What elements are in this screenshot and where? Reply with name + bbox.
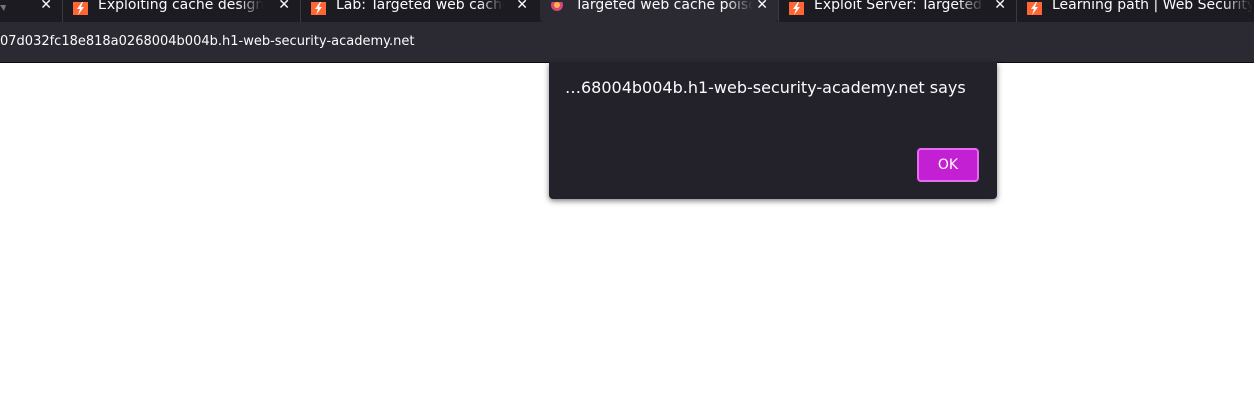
burp-lightning-icon: [1027, 0, 1042, 15]
tab-strip: ✕ Exploiting cache design flaws ✕ Lab: T…: [0, 0, 1254, 22]
tab-label: Targeted web cache poisoning: [575, 0, 753, 13]
alert-dialog: …68004b004b.h1-web-security-academy.net …: [549, 62, 997, 199]
tab-5[interactable]: Learning path | Web Security Academy: [1016, 0, 1254, 22]
burp-lightning-icon: [789, 0, 804, 15]
tab-label: Exploiting cache design flaws: [98, 0, 263, 13]
dialog-message: …68004b004b.h1-web-security-academy.net …: [565, 78, 966, 97]
speaker-icon: [0, 0, 15, 13]
ok-button[interactable]: OK: [916, 147, 980, 183]
burp-lightning-icon: [73, 0, 88, 15]
url-field[interactable]: 07d032fc18e818a0268004b004b.h1-web-secur…: [0, 34, 414, 50]
tab-4[interactable]: Exploit Server: Targeted web cache poiso…: [778, 0, 1016, 22]
tab-0[interactable]: ✕: [0, 0, 62, 22]
tab-1[interactable]: Exploiting cache design flaws ✕: [62, 0, 300, 22]
tab-3-active[interactable]: Targeted web cache poisoning ✕: [540, 0, 778, 22]
burp-lightning-icon: [311, 0, 326, 15]
tab-close-button[interactable]: ✕: [278, 0, 290, 12]
tab-close-button[interactable]: ✕: [40, 0, 52, 12]
tab-label: Learning path | Web Security Academy: [1052, 0, 1252, 13]
tab-2[interactable]: Lab: Targeted web cache poisoning ✕: [300, 0, 538, 22]
tab-close-button[interactable]: ✕: [516, 0, 528, 12]
address-toolbar: 07d032fc18e818a0268004b004b.h1-web-secur…: [0, 22, 1254, 63]
tab-close-button[interactable]: ✕: [756, 0, 768, 12]
tab-close-button[interactable]: ✕: [994, 0, 1006, 12]
tab-label: Lab: Targeted web cache poisoning: [336, 0, 504, 13]
lab-flask-icon: [550, 0, 565, 13]
tab-label: Exploit Server: Targeted web cache poiso…: [814, 0, 984, 13]
